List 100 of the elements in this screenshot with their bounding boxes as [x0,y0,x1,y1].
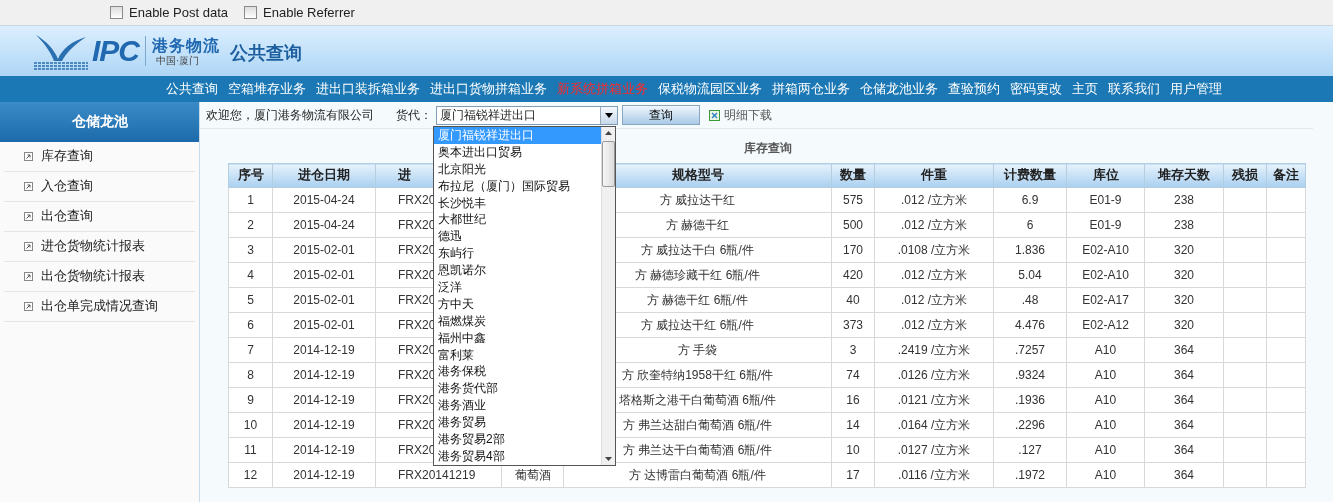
table-cell: 方 达博雷白葡萄酒 6瓶/件 [629,468,766,482]
dropdown-option[interactable]: 长沙悦丰 [434,194,601,212]
table-cell: 3 [849,343,857,357]
scroll-down-icon[interactable] [605,457,612,461]
dropdown-option[interactable]: 港务贸易4部 [434,447,601,465]
column-header: 进仓日期 [272,163,376,188]
table-cell: 238 [1174,193,1194,207]
table-cell: A10 [1094,418,1117,432]
table-cell: .0127 /立方米 [897,443,971,457]
sidebar-link[interactable]: 出仓货物统计报表 [41,268,145,285]
table-cell: 364 [1174,443,1194,457]
sidebar-link[interactable]: 库存查询 [41,148,93,165]
dropdown-option[interactable]: 港务贸易2部 [434,431,601,448]
nav-link[interactable]: 查验预约 [948,80,1000,98]
table-cell: 方 威拉达干红 [659,193,736,207]
nav-link[interactable]: 进出口装拆箱业务 [316,80,420,98]
table-cell: 2014-12-19 [293,418,355,432]
nav-link[interactable]: 空箱堆存业务 [228,80,306,98]
caret-icon [605,112,613,118]
table-cell: 方 弗兰达甜白葡萄酒 6瓶/件 [623,418,772,432]
table-cell: 8 [247,368,254,382]
arrow-box-icon [24,272,33,281]
arrow-box-icon [24,242,33,251]
checkbox[interactable] [110,6,123,19]
table-cell: 塔格斯之港干白葡萄酒 6瓶/件 [618,393,777,407]
table-cell: 364 [1174,343,1194,357]
table-cell: .127 [1018,443,1042,457]
table-cell: .48 [1021,293,1039,307]
table-cell: FRX20141219 [398,468,476,482]
agent-select[interactable]: 厦门福锐祥进出口 [436,105,618,125]
table-cell: E01-9 [1089,218,1122,232]
dropdown-option[interactable]: 港务保税 [434,363,601,381]
dropdown-option[interactable]: 方中天 [434,295,601,313]
nav-link[interactable]: 联系我们 [1108,80,1160,98]
dropdown-option[interactable]: 东屿行 [434,245,601,263]
scroll-up-icon[interactable] [605,131,612,135]
sidebar-link[interactable]: 入仓查询 [41,178,93,195]
nav-link[interactable]: 用户管理 [1170,80,1222,98]
table-cell: 420 [843,268,863,282]
checkbox[interactable] [244,6,258,19]
scrollbar-thumb[interactable] [602,141,615,187]
dropdown-option[interactable]: 德迅 [434,228,601,246]
table-cell: 6 [247,318,254,332]
dropdown-option[interactable]: 福州中鑫 [434,329,601,347]
table-cell: .0116 /立方米 [898,468,970,482]
nav-link[interactable]: 保税物流园区业务 [658,80,762,98]
table-cell: A10 [1094,468,1117,482]
table-cell: .0164 /立方米 [897,418,971,432]
column-header: 堆存天数 [1144,163,1224,188]
table-cell: 320 [1174,293,1194,307]
table-cell: 170 [843,243,863,257]
table-cell: 17 [846,468,860,482]
nav-link[interactable]: 公共查询 [166,80,218,98]
table-cell: 2014-12-19 [293,468,355,482]
table-cell: 40 [846,293,860,307]
dropdown-option[interactable]: 奥本进出口贸易 [434,143,601,161]
nav-link[interactable]: 仓储龙池业务 [860,80,938,98]
dropdown-option[interactable]: 福燃煤炭 [434,312,601,330]
agent-label: 货代： [396,106,432,124]
nav-link[interactable]: 主页 [1072,80,1098,98]
table-cell: 6 [1026,218,1034,232]
table-cell: 6.9 [1021,193,1039,207]
table-cell: A10 [1094,443,1117,457]
dropdown-option[interactable]: 大都世纪 [434,211,601,229]
column-header: 备注 [1266,163,1306,188]
page-title: 公共查询 [230,42,302,65]
table-cell: 方 赫德干红 6瓶/件 [647,293,748,307]
dropdown-option[interactable]: 港务贸易 [434,414,601,432]
sidebar-title: 仓储龙池 [0,102,199,142]
nav-link[interactable]: 拼箱两仓业务 [772,80,850,98]
table-cell: 16 [846,393,860,407]
dropdown-option[interactable]: 港务货代部 [434,380,601,398]
dropdown-option[interactable]: 恩凯诺尔 [434,262,601,279]
table-cell: 7 [247,343,254,357]
column-header: 序号 [228,163,273,188]
checkbox-label: Enable Post data [129,5,229,20]
table-cell: 2015-02-01 [293,318,355,332]
column-header: 计费数量 [993,163,1067,188]
table-cell: 3 [247,243,254,257]
table-cell: A10 [1094,393,1117,407]
table-cell: E02-A10 [1082,243,1129,257]
column-header: 件重 [874,163,994,188]
dropdown-option[interactable]: 富利莱 [434,346,601,364]
download-link[interactable]: 明细下载 [724,106,772,124]
welcome-text: 欢迎您，厦门港务物流有限公司 [206,106,374,124]
sidebar-link[interactable]: 出仓查询 [41,208,93,225]
table-cell: A10 [1094,343,1117,357]
nav-link[interactable]: 进出口货物拼箱业务 [430,80,547,98]
table-cell: 238 [1174,218,1194,232]
column-header: 残损 [1223,163,1267,188]
scrollbar[interactable] [601,127,615,465]
dropdown-option[interactable]: 港务酒业 [434,397,601,415]
sidebar-link[interactable]: 出仓单完成情况查询 [41,298,158,315]
table-cell: 1 [247,193,254,207]
dropdown-option[interactable]: 泛洋 [434,279,601,296]
sidebar-link[interactable]: 进仓货物统计报表 [41,238,145,255]
query-button[interactable]: 查询 [622,105,700,125]
table-cell: 5.04 [1018,268,1042,282]
nav-link[interactable]: 密码更改 [1010,80,1062,98]
table-cell: 364 [1174,368,1194,382]
